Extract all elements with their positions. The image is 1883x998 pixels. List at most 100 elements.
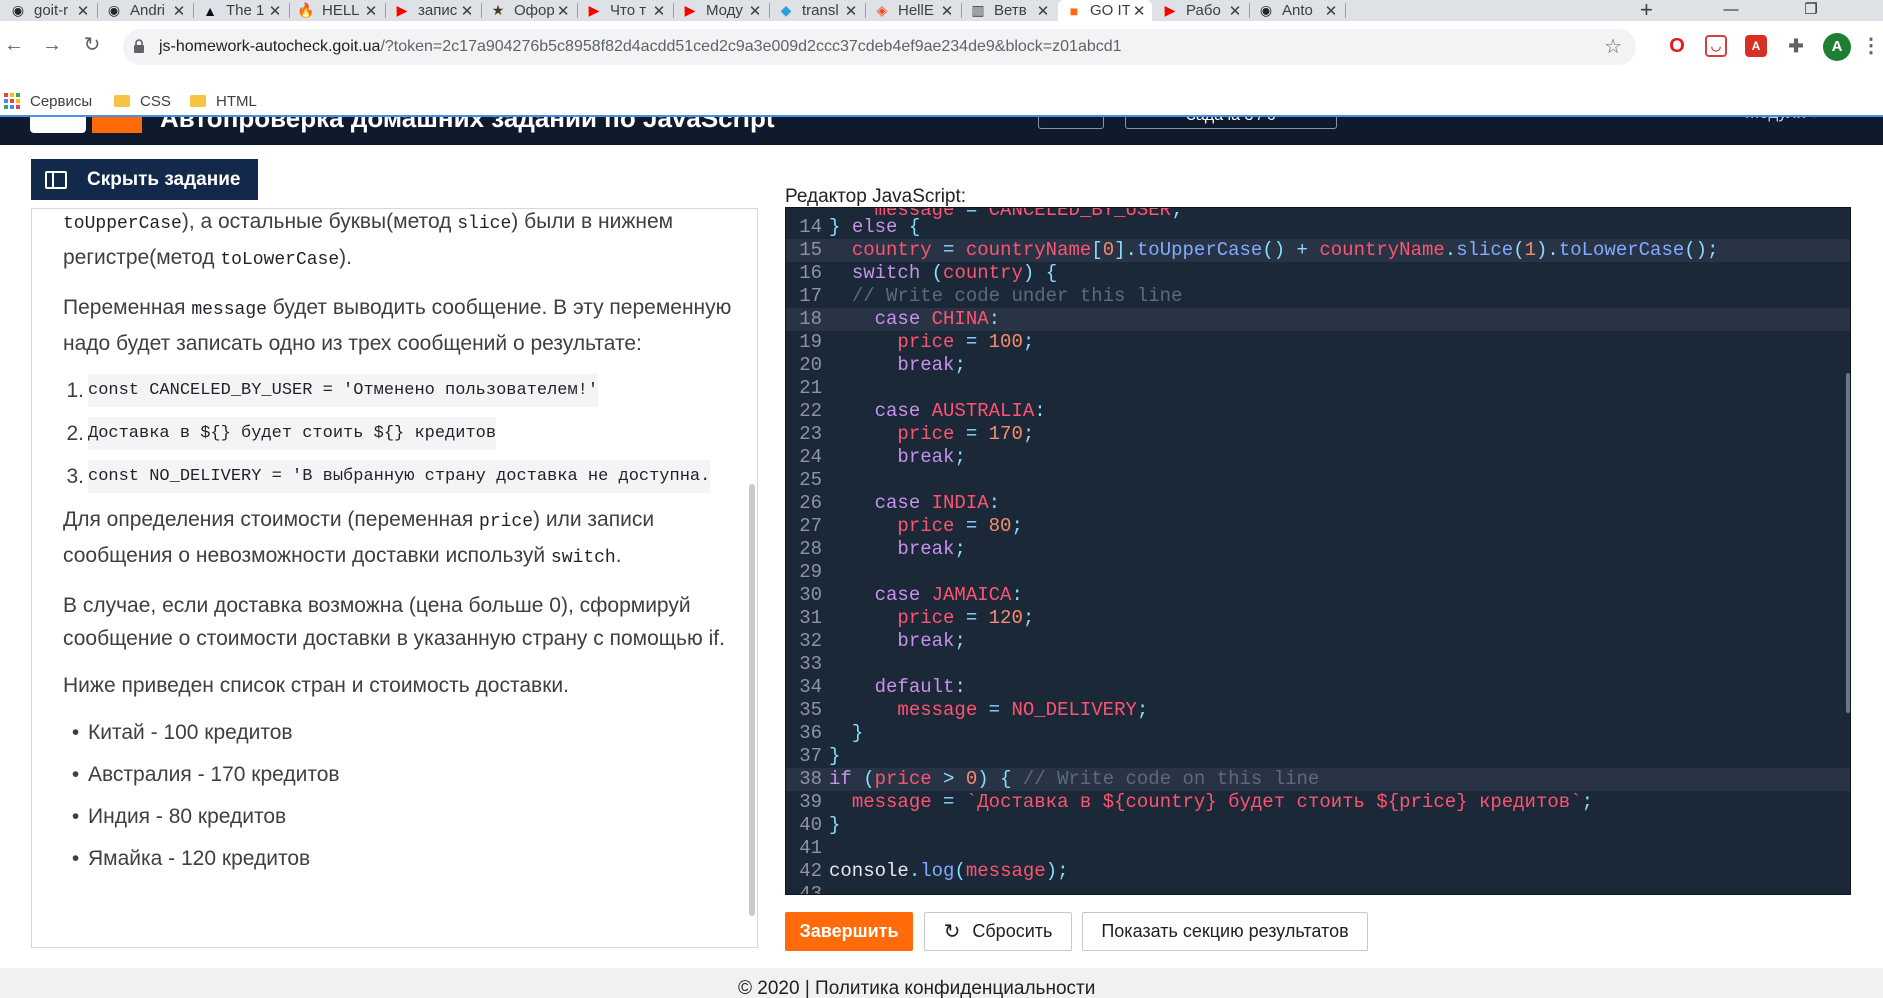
close-tab-icon[interactable]: ✕ <box>1130 2 1148 20</box>
browser-tab[interactable]: ◈ HellE ✕ <box>866 0 960 21</box>
browser-tab[interactable]: ▥ Ветв ✕ <box>962 0 1056 21</box>
reload-icon[interactable]: ↻ <box>78 31 106 59</box>
profile-avatar[interactable]: A <box>1823 33 1851 61</box>
footer-text[interactable]: © 2020 | Политика конфиденциальности <box>738 978 1095 998</box>
task-scrollbar[interactable] <box>749 484 755 916</box>
editor-scrollbar[interactable] <box>1846 373 1850 713</box>
figma-icon: ◈ <box>876 2 888 18</box>
close-tab-icon[interactable]: ✕ <box>266 2 284 20</box>
code-text: if (price > 0) { // Write code on this l… <box>829 768 1320 790</box>
browser-tab[interactable]: ▲ The 1 ✕ <box>194 0 288 21</box>
line-number: 27 <box>799 515 822 537</box>
code-line: 20 break; <box>786 354 1850 377</box>
close-tab-icon[interactable]: ✕ <box>650 2 668 20</box>
bookmark-apps[interactable]: Сервисы <box>4 91 92 111</box>
line-number: 25 <box>799 469 822 491</box>
close-tab-icon[interactable]: ✕ <box>458 2 476 20</box>
close-tab-icon[interactable]: ✕ <box>746 2 764 20</box>
address-bar[interactable]: js-homework-autocheck.goit.ua/?token=2c1… <box>123 29 1636 65</box>
apps-grid-icon <box>4 93 20 109</box>
folder-icon <box>114 95 130 107</box>
bookmark-star-icon[interactable]: ☆ <box>1604 29 1622 65</box>
task-description-panel[interactable]: toUpperCase), а остальные буквы(метод sl… <box>31 208 758 948</box>
back-icon[interactable]: ← <box>0 31 28 59</box>
close-tab-icon[interactable]: ✕ <box>842 2 860 20</box>
list-item: • Австралия - 170 кредитов <box>71 763 340 786</box>
line-number: 35 <box>799 699 822 721</box>
task-selector[interactable]: Задача 3 / 6 <box>1125 117 1337 129</box>
line-number: 38 <box>799 768 822 790</box>
line-number: 15 <box>799 239 822 261</box>
reset-button[interactable]: ↻ Сбросить <box>924 912 1072 951</box>
hide-task-button[interactable]: Скрыть задание <box>31 159 258 200</box>
close-tab-icon[interactable]: ✕ <box>170 2 188 20</box>
bookmark-html[interactable]: HTML <box>190 91 257 111</box>
pdf-extension-icon[interactable]: A <box>1745 35 1767 57</box>
browser-tab[interactable]: ◉ goit-r ✕ <box>2 0 96 21</box>
line-number: 32 <box>799 630 822 652</box>
site-header: Автопроверка домашних заданий по JavaScr… <box>0 115 1883 145</box>
code-editor[interactable]: message = CANCELED_BY_USER; 14} else {15 … <box>785 207 1851 895</box>
browser-tab[interactable]: ◉ Andri ✕ <box>98 0 192 21</box>
extensions-puzzle-icon[interactable]: ✚ <box>1785 35 1807 57</box>
browser-tab[interactable]: 🔥 HELL ✕ <box>290 0 384 21</box>
close-tab-icon[interactable]: ✕ <box>362 2 380 20</box>
line-number: 42 <box>799 860 822 882</box>
line-number: 31 <box>799 607 822 629</box>
task-paragraph: В случае, если доставка возможна (цена б… <box>63 594 725 650</box>
code-line: 28 break; <box>786 538 1850 561</box>
star-icon: ★ <box>491 2 505 18</box>
browser-tab[interactable]: ▶ запис ✕ <box>386 0 480 21</box>
new-tab-button[interactable]: + <box>1640 0 1653 21</box>
task-paragraph: Переменная message будет выводить сообще… <box>63 296 732 355</box>
site-title: Автопроверка домашних заданий по JavaScr… <box>160 115 775 133</box>
youtube-icon: ▶ <box>1164 2 1176 18</box>
tab-title: запис <box>418 2 458 19</box>
code-line: 23 price = 170; <box>786 423 1850 446</box>
line-number: 43 <box>799 883 822 895</box>
browser-tab[interactable]: ◆ transl ✕ <box>770 0 864 21</box>
line-number: 14 <box>799 216 822 238</box>
prev-task-button[interactable] <box>1038 117 1104 129</box>
code-line: 38 if (price > 0) { // Write code on this… <box>786 768 1850 791</box>
bookmark-css[interactable]: CSS <box>114 91 171 111</box>
close-tab-icon[interactable]: ✕ <box>74 2 92 20</box>
github-icon: ◉ <box>11 2 25 18</box>
browser-tab[interactable]: ▶ Моду ✕ <box>674 0 768 21</box>
opera-extension-icon[interactable]: O <box>1666 35 1688 57</box>
code-text: break; <box>897 538 966 560</box>
forward-icon[interactable]: → <box>38 31 66 59</box>
code-line: 22 case AUSTRALIA: <box>786 400 1850 423</box>
code-line: 35 message = NO_DELIVERY; <box>786 699 1850 722</box>
tab-separator <box>1345 3 1346 18</box>
line-number: 37 <box>799 745 822 767</box>
pocket-extension-icon[interactable]: ◡ <box>1705 35 1727 57</box>
browser-tab[interactable]: ■ GO IT ✕ <box>1058 0 1152 21</box>
finish-button[interactable]: Завершить <box>785 912 913 951</box>
close-tab-icon[interactable]: ✕ <box>1322 2 1340 20</box>
goit-logo[interactable] <box>30 117 86 133</box>
close-tab-icon[interactable]: ✕ <box>938 2 956 20</box>
tab-title: HELL <box>322 2 360 19</box>
browser-tab[interactable]: ★ Офор ✕ <box>482 0 576 21</box>
youtube-icon: ▶ <box>588 2 600 18</box>
code-line: 26 case INDIA: <box>786 492 1850 515</box>
restore-icon[interactable]: ❐ <box>1788 0 1834 21</box>
close-tab-icon[interactable]: ✕ <box>1034 2 1052 20</box>
menu-kebab-icon[interactable]: ⋮ <box>1860 35 1882 57</box>
browser-tab[interactable]: ◉ Anto ✕ <box>1250 0 1344 21</box>
show-results-button[interactable]: Показать секцию результатов <box>1082 912 1368 951</box>
close-tab-icon[interactable]: ✕ <box>1226 2 1244 20</box>
github-icon: ◉ <box>1259 2 1273 18</box>
code-text: case JAMAICA: <box>874 584 1023 606</box>
minimize-icon[interactable]: — <box>1708 0 1754 21</box>
browser-tab[interactable]: ▶ Что т ✕ <box>578 0 672 21</box>
code-line: 21 <box>786 377 1850 400</box>
browser-tab-strip: + — ❐ ◉ goit-r ✕ ◉ Andri ✕ ▲ The 1 ✕ 🔥 HELL ✕ ▶ запис… <box>0 0 1883 21</box>
modules-dropdown[interactable]: Модули ▾ <box>1745 117 1819 123</box>
browser-tab[interactable]: ▶ Рабо ✕ <box>1154 0 1248 21</box>
line-number: 29 <box>799 561 822 583</box>
close-tab-icon[interactable]: ✕ <box>554 2 572 20</box>
reset-icon: ↻ <box>943 921 961 943</box>
url-text: js-homework-autocheck.goit.ua/?token=2c1… <box>159 38 1122 55</box>
